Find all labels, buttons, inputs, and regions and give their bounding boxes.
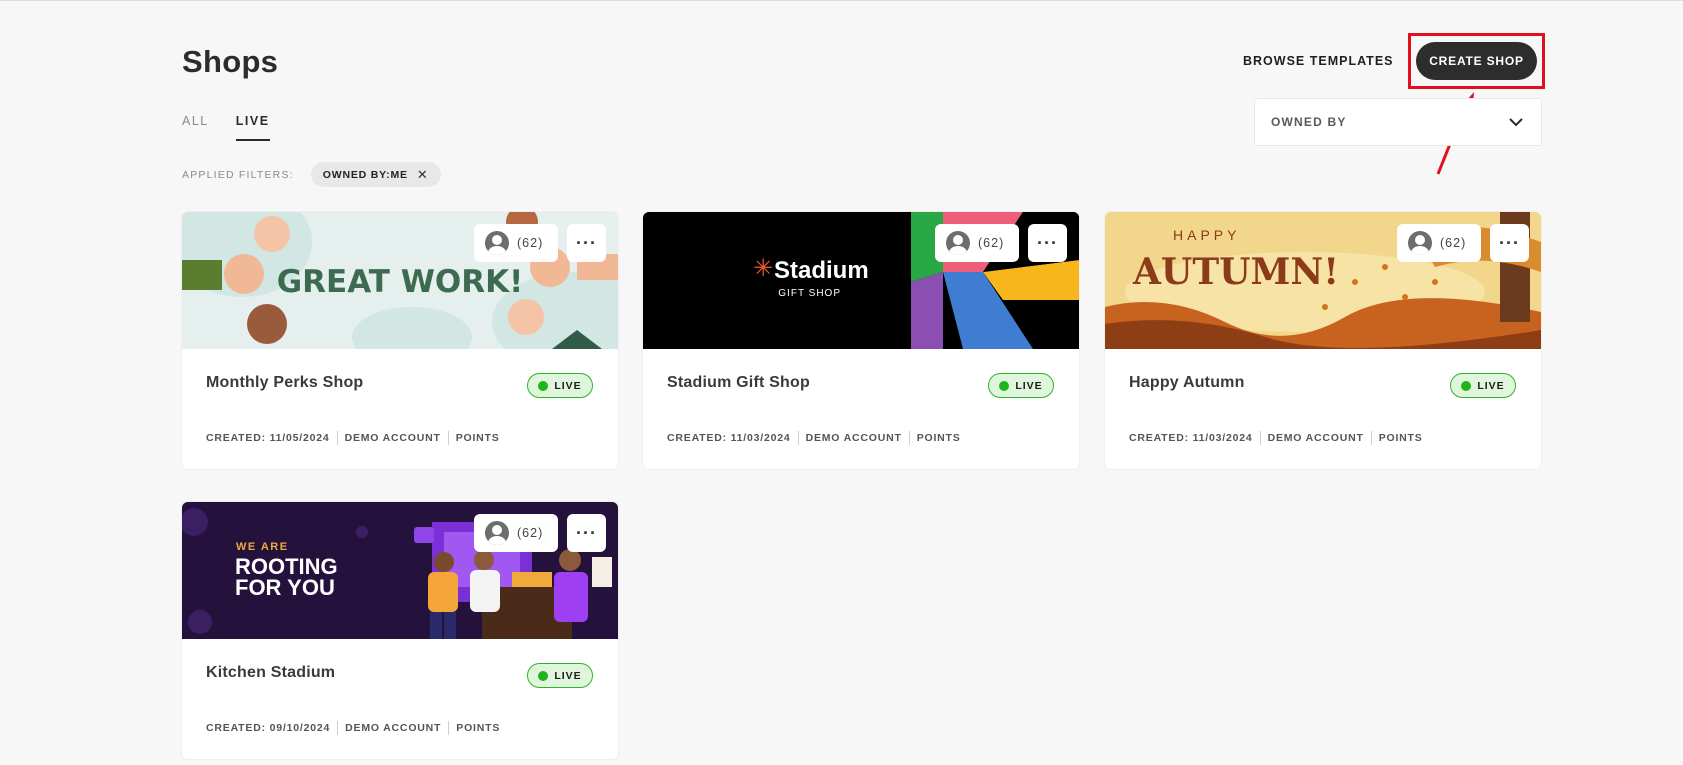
account-name: DEMO ACCOUNT — [1267, 432, 1364, 444]
account-name: DEMO ACCOUNT — [805, 432, 902, 444]
tab-all[interactable]: ALL — [182, 114, 209, 141]
more-options-button[interactable]: ··· — [1028, 224, 1067, 262]
close-icon[interactable]: ✕ — [417, 168, 428, 181]
divider — [797, 431, 799, 445]
members-count: (62) — [978, 236, 1005, 250]
banner-subtitle: WE ARE — [236, 541, 289, 553]
ellipsis-icon: ··· — [576, 232, 597, 253]
ellipsis-icon: ··· — [1499, 232, 1520, 253]
shop-meta: CREATED: 11/05/2024 DEMO ACCOUNT POINTS — [206, 431, 500, 445]
shop-name[interactable]: Monthly Perks Shop — [206, 374, 363, 392]
created-date: CREATED: 11/03/2024 — [667, 432, 791, 444]
status-label: LIVE — [1015, 379, 1043, 392]
shop-meta: CREATED: 11/03/2024 DEMO ACCOUNT POINTS — [667, 431, 961, 445]
status-badge: LIVE — [527, 373, 593, 398]
tab-live[interactable]: LIVE — [235, 114, 270, 141]
applied-filters-label: APPLIED FILTERS: — [182, 168, 294, 181]
stadium-icon: ✳ — [753, 254, 773, 282]
ellipsis-icon: ··· — [576, 522, 597, 543]
created-date: CREATED: 11/03/2024 — [1129, 432, 1253, 444]
tab-bar: ALL LIVE — [182, 114, 270, 141]
status-badge: LIVE — [527, 663, 593, 688]
banner-title: Stadium — [774, 257, 869, 284]
shop-meta: CREATED: 09/10/2024 DEMO ACCOUNT POINTS — [206, 721, 500, 735]
more-options-button[interactable]: ··· — [567, 514, 606, 552]
account-name: DEMO ACCOUNT — [344, 432, 441, 444]
shop-name[interactable]: Kitchen Stadium — [206, 664, 335, 682]
members-badge[interactable]: (62) — [474, 224, 558, 262]
divider — [1370, 431, 1372, 445]
avatar-icon — [946, 231, 970, 255]
shop-card[interactable]: HAPPY AUTUMN! (62) ··· Happy Autumn LIVE… — [1105, 212, 1541, 469]
status-dot-icon — [538, 670, 549, 681]
shop-name[interactable]: Stadium Gift Shop — [667, 374, 810, 392]
account-name: DEMO ACCOUNT — [345, 722, 442, 734]
owned-by-dropdown[interactable]: OWNED BY — [1254, 98, 1542, 146]
filter-chip-label: OWNED BY:ME — [322, 168, 408, 181]
currency-type: POINTS — [456, 722, 501, 734]
owned-by-label: OWNED BY — [1271, 115, 1347, 129]
members-count: (62) — [517, 236, 544, 250]
applied-filters: APPLIED FILTERS: OWNED BY:ME ✕ — [182, 162, 441, 187]
divider — [448, 721, 450, 735]
shop-meta: CREATED: 11/03/2024 DEMO ACCOUNT POINTS — [1129, 431, 1423, 445]
divider — [908, 431, 910, 445]
members-badge[interactable]: (62) — [1397, 224, 1481, 262]
avatar-icon — [485, 231, 509, 255]
created-date: CREATED: 11/05/2024 — [206, 432, 330, 444]
page-title: Shops — [182, 44, 279, 79]
more-options-button[interactable]: ··· — [567, 224, 606, 262]
avatar-icon — [1408, 231, 1432, 255]
divider — [1259, 431, 1261, 445]
status-label: LIVE — [554, 379, 582, 392]
avatar-icon — [485, 521, 509, 545]
currency-type: POINTS — [455, 432, 500, 444]
browse-templates-button[interactable]: BROWSE TEMPLATES — [1243, 54, 1394, 68]
shop-card[interactable]: GREAT WORK! (62) ··· Monthly Perks Shop … — [182, 212, 618, 469]
status-dot-icon — [1461, 380, 1472, 391]
divider — [336, 431, 338, 445]
members-count: (62) — [517, 526, 544, 540]
status-badge: LIVE — [988, 373, 1054, 398]
banner-title-line2: FOR YOU — [235, 575, 335, 600]
filter-chip[interactable]: OWNED BY:ME ✕ — [310, 162, 441, 187]
ellipsis-icon: ··· — [1037, 232, 1058, 253]
more-options-button[interactable]: ··· — [1490, 224, 1529, 262]
currency-type: POINTS — [1378, 432, 1423, 444]
top-divider — [0, 0, 1683, 1]
banner-title: AUTUMN! — [1132, 251, 1339, 293]
shop-name[interactable]: Happy Autumn — [1129, 374, 1245, 392]
chevron-down-icon — [1509, 117, 1523, 126]
banner-title: GREAT WORK! — [277, 264, 524, 300]
status-label: LIVE — [554, 669, 582, 682]
banner-subtitle: HAPPY — [1173, 227, 1240, 243]
divider — [337, 721, 339, 735]
create-shop-highlight: CREATE SHOP — [1408, 33, 1545, 89]
members-badge[interactable]: (62) — [474, 514, 558, 552]
status-dot-icon — [538, 380, 549, 391]
banner-subtitle: GIFT SHOP — [778, 288, 841, 299]
status-badge: LIVE — [1450, 373, 1516, 398]
created-date: CREATED: 09/10/2024 — [206, 722, 331, 734]
members-count: (62) — [1440, 236, 1467, 250]
shop-card[interactable]: WE ARE ROOTING FOR YOU (62) ··· Kitchen … — [182, 502, 618, 759]
divider — [447, 431, 449, 445]
status-label: LIVE — [1477, 379, 1505, 392]
shop-card[interactable]: ✳ Stadium GIFT SHOP (62) ··· Stadium Gif… — [643, 212, 1079, 469]
status-dot-icon — [999, 380, 1010, 391]
create-shop-button[interactable]: CREATE SHOP — [1416, 42, 1537, 80]
currency-type: POINTS — [916, 432, 961, 444]
members-badge[interactable]: (62) — [935, 224, 1019, 262]
